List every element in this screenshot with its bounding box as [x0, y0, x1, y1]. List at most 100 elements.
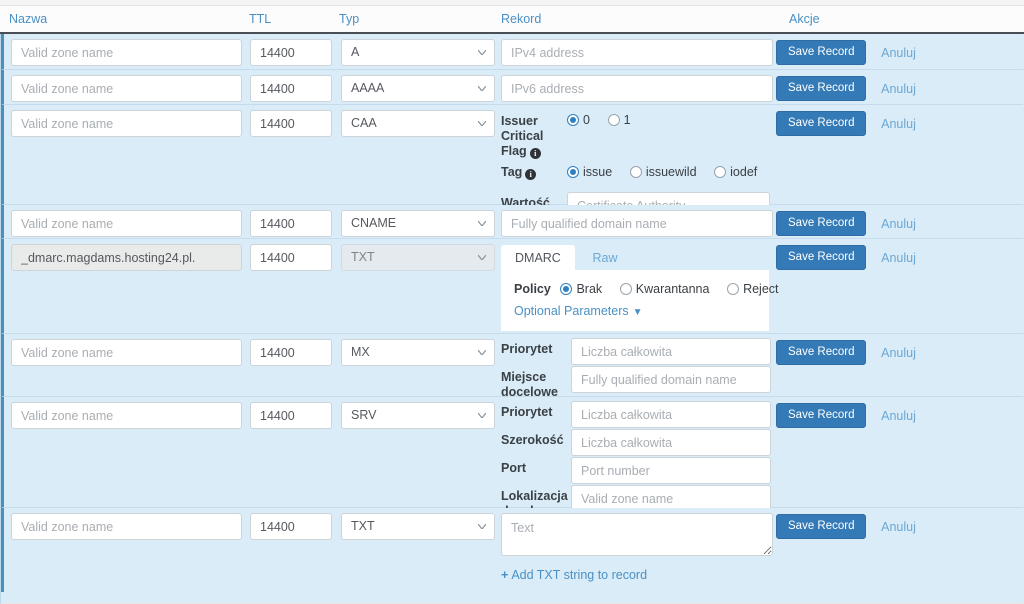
destination-input[interactable] — [571, 366, 771, 393]
type-cell: MX — [341, 339, 495, 366]
name-cell — [11, 210, 242, 237]
txt-text-textarea[interactable] — [501, 513, 773, 556]
cancel-link[interactable]: Anuluj — [881, 117, 916, 131]
table-row: AAAA Save Record Anuluj — [1, 70, 1023, 105]
type-cell: CNAME — [341, 210, 495, 237]
record-cell: Priorytet Miejsce docelowe — [501, 338, 781, 399]
dmarc-tabbar: DMARC Raw — [501, 244, 769, 271]
radio-dot — [727, 283, 740, 295]
priority-input[interactable] — [571, 401, 771, 428]
ipv6-address-input[interactable] — [501, 75, 773, 102]
cancel-link[interactable]: Anuluj — [881, 251, 916, 265]
radio-dot — [629, 166, 642, 178]
column-header-ttl: TTL — [249, 12, 272, 26]
port-input[interactable] — [571, 457, 771, 484]
policy-option-reject[interactable]: Reject — [727, 282, 779, 296]
radio-dot — [714, 166, 727, 178]
cancel-link[interactable]: Anuluj — [881, 217, 916, 231]
policy-option-kwarantanna[interactable]: Kwarantanna — [619, 282, 709, 296]
ttl-cell — [250, 339, 332, 366]
name-input[interactable] — [11, 110, 242, 137]
type-select[interactable]: TXT — [341, 513, 495, 540]
name-cell — [11, 513, 242, 540]
priority-input[interactable] — [571, 338, 771, 365]
ttl-input[interactable] — [250, 210, 332, 237]
tag-option-issue[interactable]: issue — [567, 165, 612, 179]
cancel-link[interactable]: Anuluj — [881, 346, 916, 360]
name-input[interactable] — [11, 39, 242, 66]
tag-option-issuewild[interactable]: issuewild — [629, 165, 697, 179]
type-select[interactable]: CAA — [341, 110, 495, 137]
table-row: TXT +Add TXT string to record Save Recor… — [1, 508, 1023, 592]
type-select[interactable]: SRV — [341, 402, 495, 429]
chevron-down-icon: ▼ — [632, 307, 643, 318]
radio-label: issuewild — [645, 165, 697, 179]
ttl-cell — [250, 402, 332, 429]
cancel-link[interactable]: Anuluj — [881, 82, 916, 96]
type-select[interactable]: MX — [341, 339, 495, 366]
name-input — [11, 244, 242, 271]
optional-parameters-toggle[interactable]: Optional Parameters ▼ — [514, 304, 756, 318]
type-select[interactable]: AAAA — [341, 75, 495, 102]
actions-cell: Save Record Anuluj — [776, 40, 1016, 65]
tag-radios: issue issuewild iodef — [567, 160, 781, 179]
name-input[interactable] — [11, 402, 242, 429]
ttl-input[interactable] — [250, 402, 332, 429]
name-input[interactable] — [11, 339, 242, 366]
save-record-button[interactable]: Save Record — [776, 403, 867, 428]
weight-input[interactable] — [571, 429, 771, 456]
issuer-flag-option-0[interactable]: 0 — [567, 113, 590, 127]
save-record-button[interactable]: Save Record — [776, 76, 867, 101]
tag-option-iodef[interactable]: iodef — [714, 165, 757, 179]
priority-label: Priorytet — [501, 405, 553, 419]
name-input[interactable] — [11, 513, 242, 540]
weight-label: Szerokość — [501, 433, 564, 447]
name-input[interactable] — [11, 75, 242, 102]
name-cell — [11, 402, 242, 429]
cancel-link[interactable]: Anuluj — [881, 409, 916, 423]
save-record-button[interactable]: Save Record — [776, 111, 867, 136]
actions-cell: Save Record Anuluj — [776, 211, 1016, 236]
tab-dmarc[interactable]: DMARC — [501, 245, 575, 270]
ttl-input[interactable] — [250, 75, 332, 102]
policy-option-brak[interactable]: Brak — [560, 282, 602, 296]
actions-cell: Save Record Anuluj — [776, 111, 1016, 136]
info-icon[interactable]: i — [525, 169, 537, 180]
ttl-input[interactable] — [250, 110, 332, 137]
save-record-button[interactable]: Save Record — [776, 211, 867, 236]
ttl-input[interactable] — [250, 39, 332, 66]
save-record-button[interactable]: Save Record — [776, 514, 867, 539]
info-icon[interactable]: i — [529, 148, 541, 159]
actions-cell: Save Record Anuluj — [776, 245, 1016, 270]
cancel-link[interactable]: Anuluj — [881, 46, 916, 60]
save-record-button[interactable]: Save Record — [776, 40, 867, 65]
ttl-input[interactable] — [250, 513, 332, 540]
name-cell — [11, 110, 242, 137]
dmarc-tab-body: Policy Brak Kwarantanna Reject Optional … — [501, 271, 779, 331]
type-cell: TXT — [341, 244, 495, 271]
actions-cell: Save Record Anuluj — [776, 514, 1016, 539]
type-select[interactable]: A — [341, 39, 495, 66]
actions-cell: Save Record Anuluj — [776, 403, 1016, 428]
type-select[interactable]: CNAME — [341, 210, 495, 237]
save-record-button[interactable]: Save Record — [776, 340, 867, 365]
radio-label: issue — [583, 165, 613, 179]
add-txt-string-link[interactable]: + Add TXT string to record — [501, 568, 773, 582]
destination-field: Miejsce docelowe — [501, 366, 781, 399]
issuer-flag-option-1[interactable]: 1 — [607, 113, 631, 127]
policy-field: Policy Brak Kwarantanna Reject — [514, 281, 779, 296]
column-header-actions: Akcje — [789, 12, 820, 26]
ttl-input[interactable] — [250, 244, 332, 271]
name-input[interactable] — [11, 210, 242, 237]
save-record-button[interactable]: Save Record — [776, 245, 867, 270]
table-row: MX Priorytet Miejsce docelowe — [1, 334, 1023, 399]
actions-cell: Save Record Anuluj — [776, 340, 1016, 365]
ipv4-address-input[interactable] — [501, 39, 773, 66]
name-cell — [11, 244, 242, 271]
ttl-cell — [250, 244, 332, 271]
tab-raw[interactable]: Raw — [578, 245, 631, 270]
cancel-link[interactable]: Anuluj — [881, 520, 916, 534]
name-cell — [11, 75, 242, 102]
ttl-input[interactable] — [250, 339, 332, 366]
fqdn-input[interactable] — [501, 210, 773, 237]
